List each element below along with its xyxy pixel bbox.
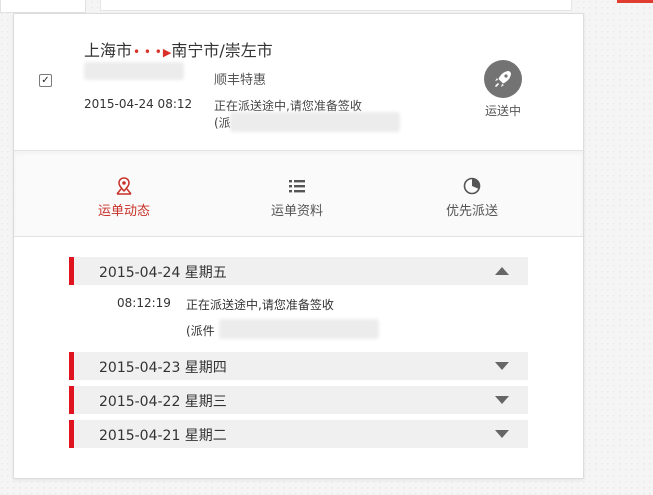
list-icon: [237, 176, 357, 196]
route-origin: 上海市: [84, 41, 133, 60]
shipment-date: 2015-04-24 08:12: [84, 97, 193, 111]
shipment-card: ✓ 上海市• • •▶南宁市/崇左市 2015-04-24 08:12 顺丰特惠…: [13, 13, 584, 479]
entry-text-detail: (派件: [186, 324, 215, 338]
timeline-date: 2015-04-24 星期五: [99, 265, 227, 281]
rocket-icon: [484, 60, 522, 98]
background-panel-right: [100, 0, 572, 11]
route: 上海市• • •▶南宁市/崇左市: [84, 37, 273, 61]
map-pin-icon: [64, 176, 184, 196]
accent-strip: [617, 0, 653, 3]
redacted-tracking-number: [84, 62, 184, 80]
tab-waybill-info[interactable]: 运单资料: [237, 176, 357, 219]
tab-label: 运单动态: [97, 204, 150, 219]
tab-label: 运单资料: [270, 204, 323, 219]
service-type: 顺丰特惠: [214, 73, 267, 88]
status-badge: 运送中: [485, 104, 522, 118]
redacted-status-detail: [230, 112, 400, 132]
route-destination: 南宁市/崇左市: [171, 41, 273, 60]
timeline-day-row[interactable]: 2015-04-23 星期四: [69, 352, 528, 380]
timeline-date: 2015-04-23 星期四: [99, 360, 227, 376]
shipment-summary: ✓ 上海市• • •▶南宁市/崇左市 2015-04-24 08:12 顺丰特惠…: [14, 14, 583, 150]
timeline-date: 2015-04-21 星期二: [99, 428, 227, 444]
tab-priority-delivery[interactable]: 优先派送: [412, 176, 532, 219]
timeline-day-row[interactable]: 2015-04-22 星期三: [69, 386, 528, 414]
latest-status-detail: (派: [214, 116, 231, 130]
entry-text: 正在派送途中,请您准备签收: [186, 298, 334, 312]
timeline-day-row[interactable]: 2015-04-24 星期五: [69, 257, 528, 285]
chevron-up-icon[interactable]: [495, 267, 509, 275]
entry-time: 08:12:19: [117, 296, 171, 310]
select-checkbox[interactable]: ✓: [39, 74, 52, 87]
timeline-day-row[interactable]: 2015-04-21 星期二: [69, 420, 528, 448]
tracking-timeline: 2015-04-24 星期五 08:12:19 正在派送途中,请您准备签收 (派…: [69, 257, 528, 454]
timeline-date: 2015-04-22 星期三: [99, 394, 227, 410]
redacted-entry-detail: [219, 319, 379, 339]
chevron-down-icon[interactable]: [495, 430, 509, 438]
pie-icon: [412, 176, 532, 196]
tab-tracking[interactable]: 运单动态: [64, 176, 184, 219]
chevron-down-icon[interactable]: [495, 362, 509, 370]
route-dots-icon: • • •: [133, 45, 162, 59]
shipment-tabs: 运单动态 运单资料 优先派送: [14, 150, 583, 237]
timeline-entry: 08:12:19 正在派送途中,请您准备签收 (派件: [69, 291, 528, 352]
chevron-down-icon[interactable]: [495, 396, 509, 404]
tab-label: 优先派送: [445, 204, 498, 219]
background-panel-left: [0, 0, 86, 13]
